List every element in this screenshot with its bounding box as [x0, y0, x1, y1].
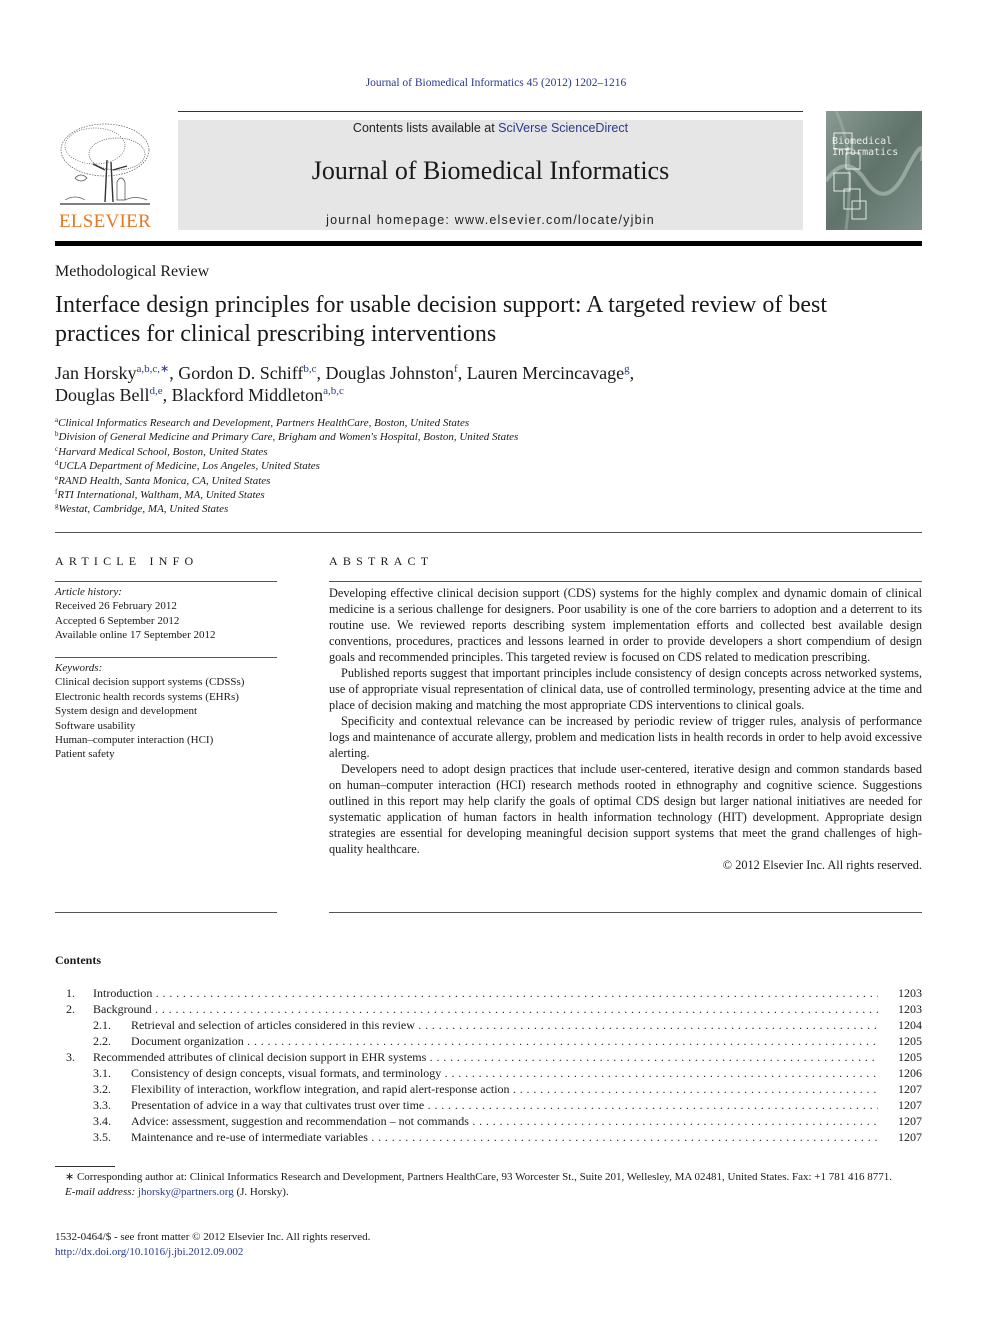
abstract-heading: ABSTRACT — [329, 554, 434, 568]
history-item: Accepted 6 September 2012 — [55, 614, 180, 627]
author-affiliation-marks[interactable]: a,b,c — [323, 385, 344, 397]
masthead-rule — [178, 111, 803, 112]
section-divider — [55, 532, 922, 533]
keyword: Software usability — [55, 719, 136, 732]
masthead-banner: Contents lists available at SciVerse Sci… — [178, 120, 803, 230]
contents-heading: Contents — [55, 953, 102, 967]
author-affiliation-marks[interactable]: d,e — [150, 385, 163, 397]
email-suffix: (J. Horsky). — [233, 1186, 289, 1198]
author[interactable]: Douglas Belld,e — [55, 385, 163, 405]
affiliation-item: gWestat, Cambridge, MA, United States — [55, 502, 229, 516]
affiliation-item: aClinical Informatics Research and Devel… — [55, 416, 470, 430]
keyword: Clinical decision support systems (CDSSs… — [55, 676, 245, 689]
affiliation-list: aClinical Informatics Research and Devel… — [55, 416, 518, 517]
author-affiliation-marks[interactable]: a,b,c,∗ — [137, 363, 170, 375]
email-label: E-mail address: — [65, 1186, 138, 1198]
abstract-paragraph: Specificity and contextual relevance can… — [329, 714, 922, 760]
toc-item[interactable]: 3. Recommended attributes of clinical dec… — [55, 1049, 922, 1065]
author[interactable]: Douglas Johnstonf — [326, 363, 458, 383]
contents-prefix: Contents lists available at — [352, 121, 499, 135]
contents-available-line: Contents lists available at SciVerse Sci… — [178, 121, 803, 135]
affiliation-item: eRAND Health, Santa Monica, CA, United S… — [55, 473, 271, 487]
article-info-heading: ARTICLE INFO — [55, 554, 199, 568]
elsevier-tree-icon — [60, 123, 150, 205]
keyword: Patient safety — [55, 748, 115, 761]
toc-item[interactable]: 2.2.Document organization1205 — [55, 1033, 922, 1049]
cover-title-2: Informatics — [832, 147, 898, 158]
cover-title-1: Biomedical — [832, 136, 892, 147]
abstract-paragraph: Developers need to adopt design practice… — [329, 762, 922, 856]
author[interactable]: Blackford Middletona,b,c — [172, 385, 344, 405]
author[interactable]: Gordon D. Schiffb,c — [178, 363, 316, 383]
toc-item[interactable]: 3.4. Advice: assessment, suggestion and r… — [55, 1113, 922, 1129]
affiliation-item: dUCLA Department of Medicine, Los Angele… — [55, 459, 320, 473]
keyword: System design and development — [55, 705, 198, 718]
affiliation-item: fRTI International, Waltham, MA, United … — [55, 488, 265, 502]
journal-homepage[interactable]: journal homepage: www.elsevier.com/locat… — [178, 213, 803, 227]
keyword: Electronic health records systems (EHRs) — [55, 690, 239, 703]
doi-link[interactable]: http://dx.doi.org/10.1016/j.jbi.2012.09.… — [55, 1246, 243, 1258]
author[interactable]: Lauren Mercincavageg — [467, 363, 630, 383]
footnote-rule — [55, 1166, 115, 1167]
toc-item[interactable]: 3.1. Consistency of design concepts, visu… — [55, 1065, 922, 1081]
toc-item[interactable]: 3.5. Maintenance and re-use of intermedia… — [55, 1129, 922, 1145]
email-link[interactable]: jhorsky@partners.org — [138, 1186, 234, 1198]
article-title: Interface design principles for usable d… — [55, 292, 827, 347]
author-list: Jan Horskya,b,c,∗, Gordon D. Schiffb,c, … — [55, 363, 635, 405]
keywords: Keywords: Clinical decision support syst… — [55, 661, 244, 762]
copyright-notice: © 2012 Elsevier Inc. All rights reserved… — [722, 858, 922, 872]
journal-cover-image: Biomedical Informatics — [826, 111, 922, 230]
toc-item[interactable]: 3.3. Presentation of advice in a way that… — [55, 1097, 922, 1113]
history-item: Received 26 February 2012 — [55, 600, 177, 613]
history-label: Article history: — [55, 586, 122, 598]
journal-title: Journal of Biomedical Informatics — [311, 156, 670, 185]
divider — [55, 657, 277, 658]
toc-item[interactable]: 1.Introduction1203 — [55, 985, 922, 1001]
elsevier-wordmark: ELSEVIER — [58, 211, 152, 232]
footnotes: ∗ Corresponding author at: Clinical Info… — [55, 1170, 922, 1200]
history-item: Available online 17 September 2012 — [55, 629, 216, 642]
table-of-contents: 1.Introduction1203 2.Background1203 2.1.… — [55, 985, 922, 1145]
toc-item[interactable]: 2.1. Retrieval and selection of articles … — [55, 1017, 922, 1033]
corresponding-author-note: ∗ Corresponding author at: Clinical Info… — [65, 1171, 892, 1183]
sciencedirect-link[interactable]: SciVerse ScienceDirect — [498, 121, 628, 135]
author-affiliation-marks[interactable]: b,c — [303, 363, 316, 375]
divider — [55, 581, 277, 582]
article-history: Article history: Received 26 February 20… — [55, 585, 215, 643]
divider — [55, 912, 277, 913]
abstract-paragraph: Published reports suggest that important… — [329, 666, 922, 712]
abstract-paragraph: Developing effective clinical decision s… — [329, 586, 922, 664]
divider — [329, 581, 922, 582]
email-note: E-mail address: jhorsky@partners.org (J.… — [55, 1185, 922, 1200]
keywords-label: Keywords: — [55, 662, 103, 674]
divider — [329, 912, 922, 913]
issn-block: 1532-0464/$ - see front matter © 2012 El… — [55, 1230, 370, 1259]
abstract-body: Developing effective clinical decision s… — [329, 585, 922, 873]
author[interactable]: Jan Horskya,b,c,∗ — [55, 363, 169, 383]
article-type: Methodological Review — [55, 263, 210, 280]
running-head[interactable]: Journal of Biomedical Informatics 45 (20… — [0, 77, 992, 89]
affiliation-item: bDivision of General Medicine and Primar… — [55, 430, 519, 444]
affiliation-item: cHarvard Medical School, Boston, United … — [55, 444, 268, 458]
masthead-thick-rule — [55, 241, 922, 246]
keyword: Human–computer interaction (HCI) — [55, 734, 214, 747]
elsevier-logo: ELSEVIER — [55, 120, 155, 232]
toc-item[interactable]: 2.Background1203 — [55, 1001, 922, 1017]
journal-cover-art: Biomedical Informatics — [826, 111, 922, 230]
issn-line: 1532-0464/$ - see front matter © 2012 El… — [55, 1231, 371, 1243]
toc-item[interactable]: 3.2. Flexibility of interaction, workflow… — [55, 1081, 922, 1097]
